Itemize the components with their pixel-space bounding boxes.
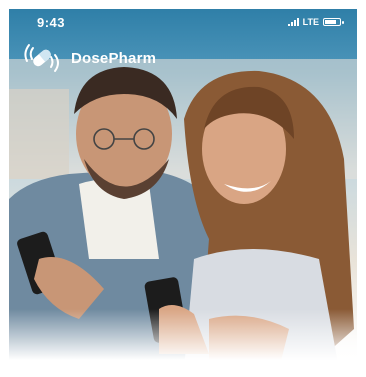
app-screen: 9:43 LTE DosePharm <box>9 9 357 369</box>
battery-icon <box>323 18 344 26</box>
bottom-fade <box>9 309 357 369</box>
status-indicators: LTE <box>287 17 344 27</box>
pill-signal-icon <box>24 44 59 72</box>
network-label: LTE <box>302 17 319 27</box>
signal-icon <box>287 18 299 26</box>
brand-logo: DosePharm <box>19 41 156 75</box>
brand-name: DosePharm <box>71 49 157 67</box>
status-bar: 9:43 LTE <box>9 9 357 35</box>
status-time: 9:43 <box>37 15 66 30</box>
